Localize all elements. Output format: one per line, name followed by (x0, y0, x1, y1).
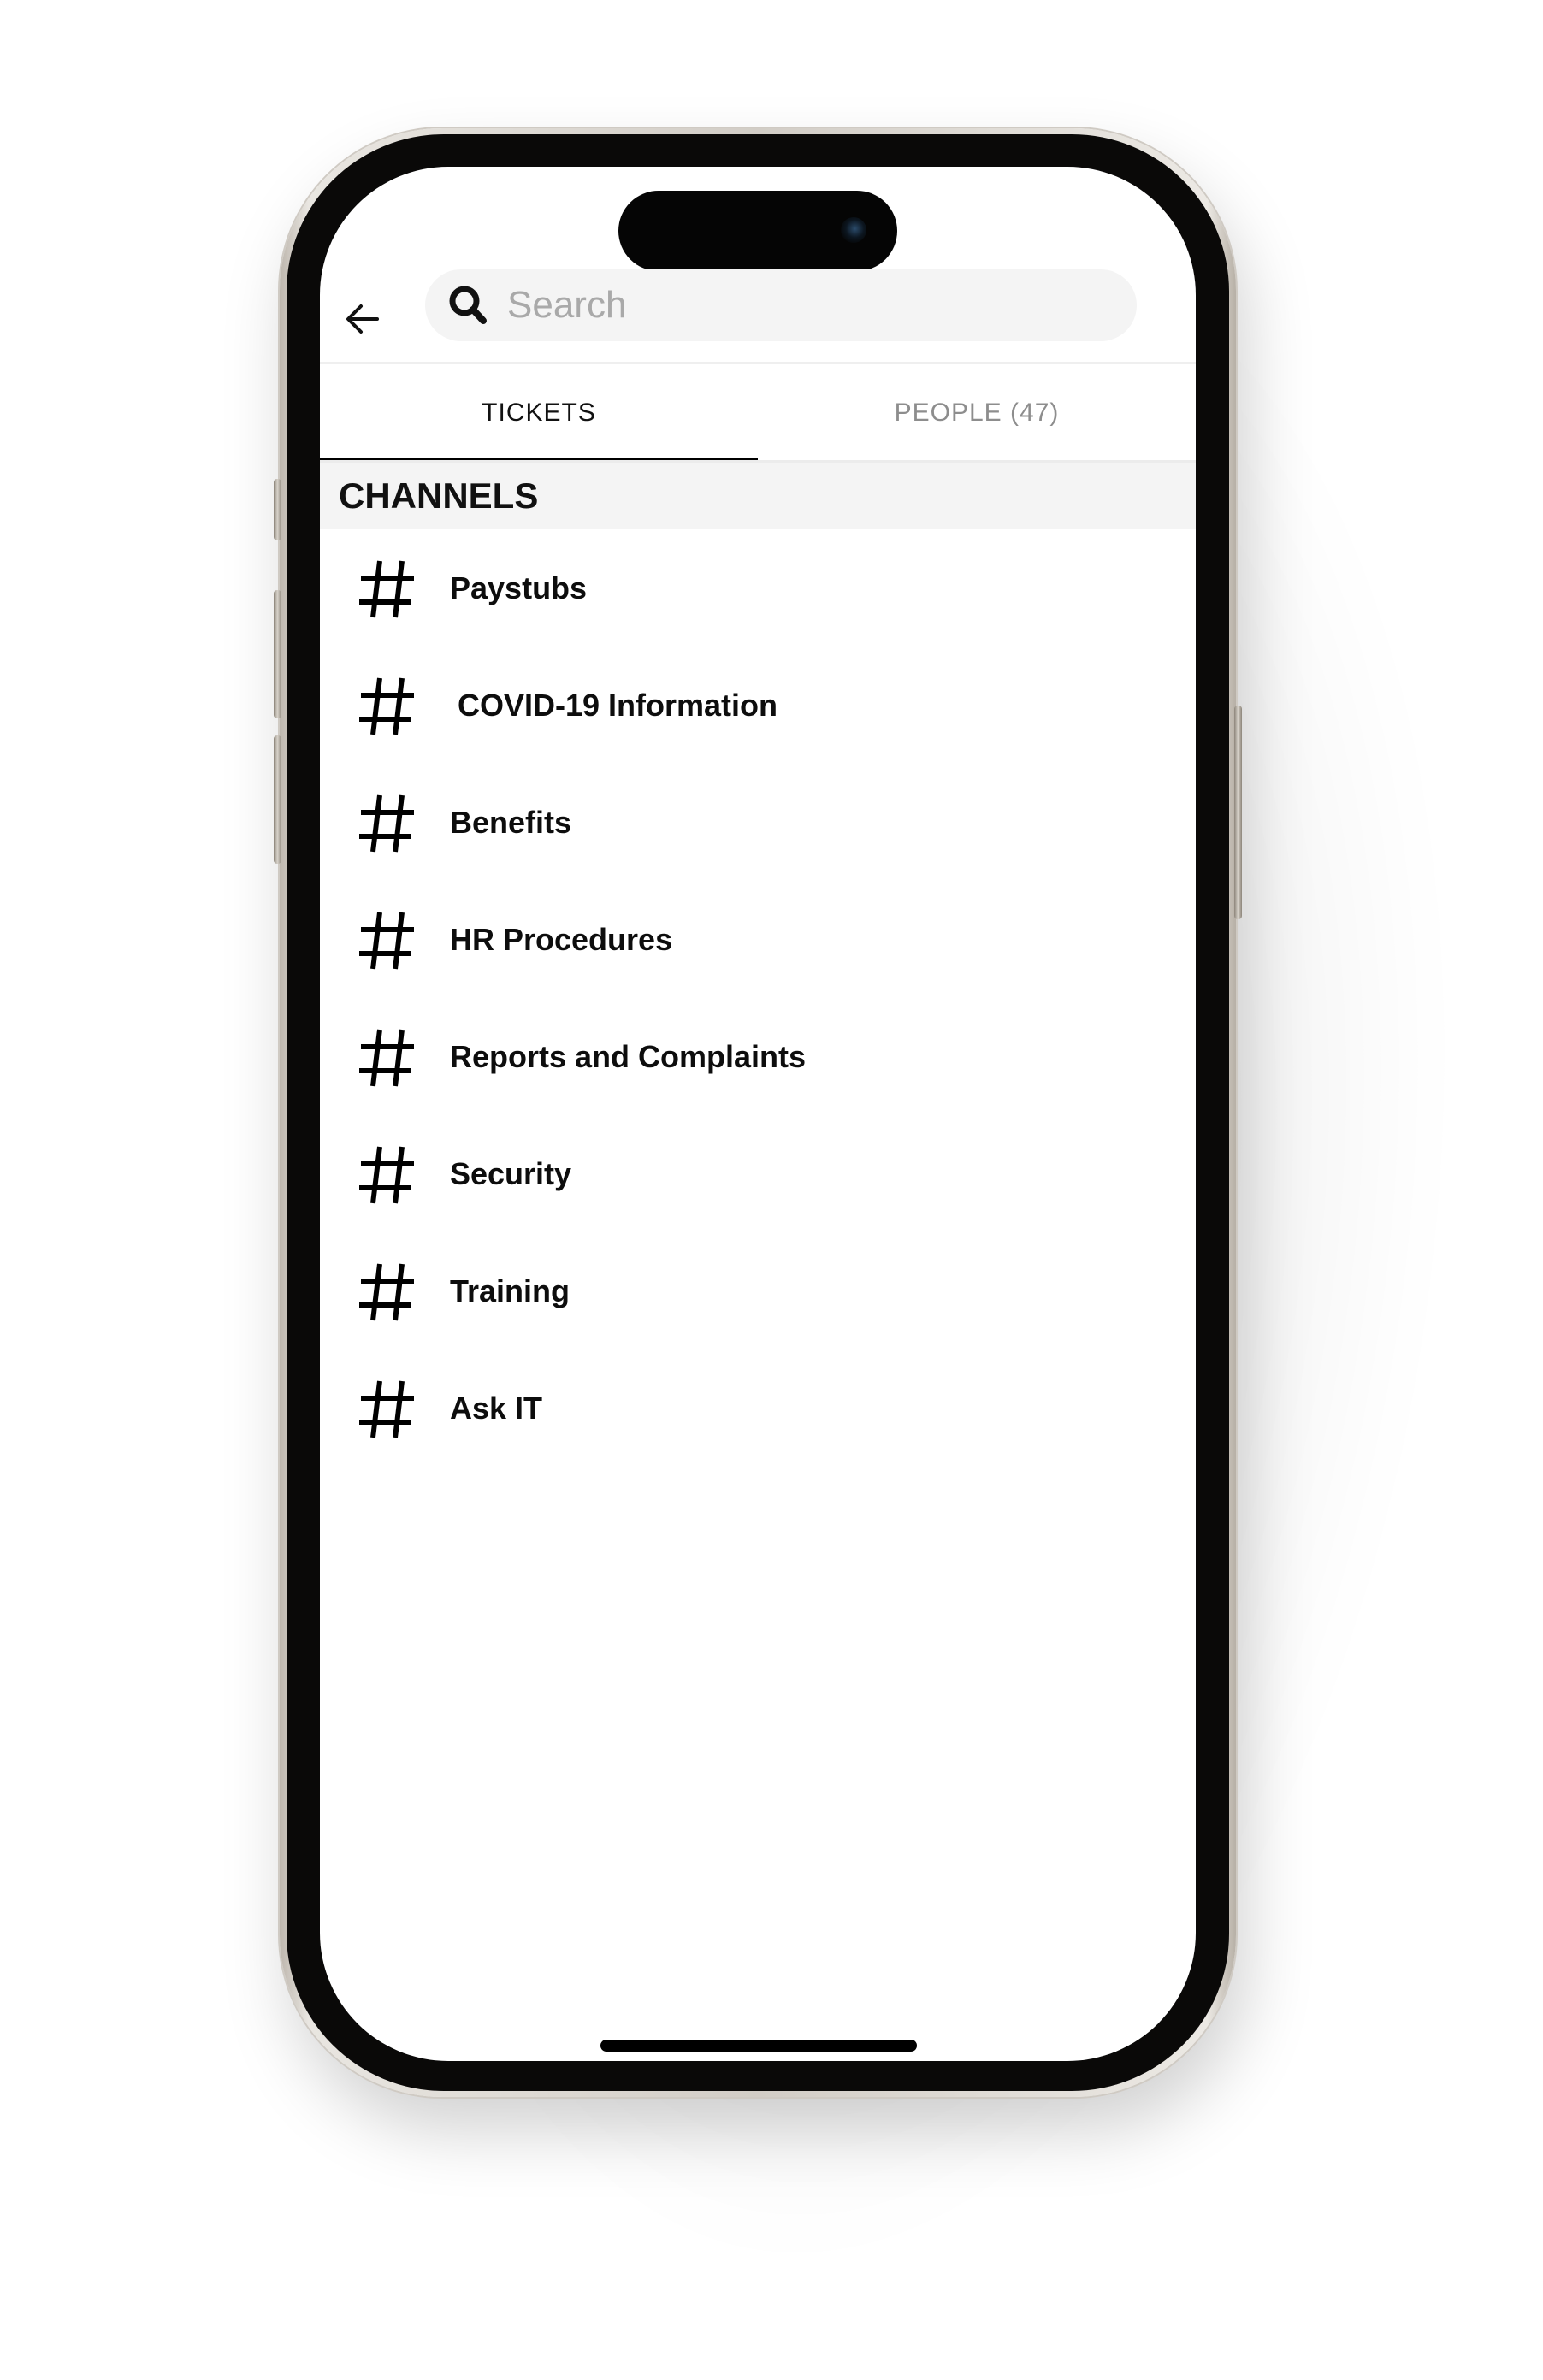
channel-label: Security (450, 1155, 572, 1191)
back-button[interactable] (339, 295, 387, 343)
volume-down-button (274, 735, 281, 864)
channel-list: Paystubs COVID-19 Information Benefits H… (320, 529, 1196, 1467)
tab-people[interactable]: PEOPLE (47) (758, 364, 1196, 462)
arrow-left-icon (346, 304, 379, 334)
search-header (320, 269, 1196, 357)
section-header-channels: CHANNELS (320, 463, 1196, 529)
hash-icon (354, 1259, 419, 1324)
channel-item-reports-and-complaints[interactable]: Reports and Complaints (320, 998, 1196, 1115)
home-indicator[interactable] (600, 2040, 917, 2052)
channel-label: Paystubs (450, 570, 588, 605)
hash-icon (354, 673, 419, 738)
search-input[interactable] (507, 284, 1106, 327)
front-camera (841, 217, 866, 243)
action-button (274, 479, 281, 540)
hash-icon (354, 556, 419, 621)
channel-label: Ask IT (450, 1390, 543, 1426)
hash-icon (354, 907, 419, 972)
channel-label: Reports and Complaints (450, 1038, 807, 1074)
app-screen: TICKETS PEOPLE (47) CHANNELS Paystubs (320, 167, 1196, 2061)
volume-up-button (274, 590, 281, 718)
power-button (1234, 706, 1242, 919)
device-mockup: TICKETS PEOPLE (47) CHANNELS Paystubs (0, 0, 1543, 2380)
tab-bar: TICKETS PEOPLE (47) (320, 364, 1196, 462)
channel-label: HR Procedures (450, 921, 673, 957)
channel-label: COVID-19 Information (458, 687, 778, 723)
channel-item-ask-it[interactable]: Ask IT (320, 1349, 1196, 1467)
hash-icon (354, 790, 419, 855)
hash-icon (354, 1025, 419, 1090)
channel-item-covid-19-information[interactable]: COVID-19 Information (320, 647, 1196, 764)
channel-item-training[interactable]: Training (320, 1232, 1196, 1349)
tab-label: PEOPLE (47) (894, 399, 1060, 427)
tab-tickets[interactable]: TICKETS (320, 364, 758, 462)
search-icon (446, 282, 492, 328)
search-bar[interactable] (425, 269, 1137, 341)
channel-label: Benefits (450, 804, 572, 840)
channel-item-hr-procedures[interactable]: HR Procedures (320, 881, 1196, 998)
hash-icon (354, 1376, 419, 1441)
hash-icon (354, 1142, 419, 1207)
channel-item-paystubs[interactable]: Paystubs (320, 529, 1196, 647)
dynamic-island (618, 191, 897, 271)
section-title: CHANNELS (339, 475, 539, 516)
channel-label: Training (450, 1273, 570, 1308)
channel-item-security[interactable]: Security (320, 1115, 1196, 1232)
tab-label: TICKETS (482, 399, 596, 427)
channel-item-benefits[interactable]: Benefits (320, 764, 1196, 881)
